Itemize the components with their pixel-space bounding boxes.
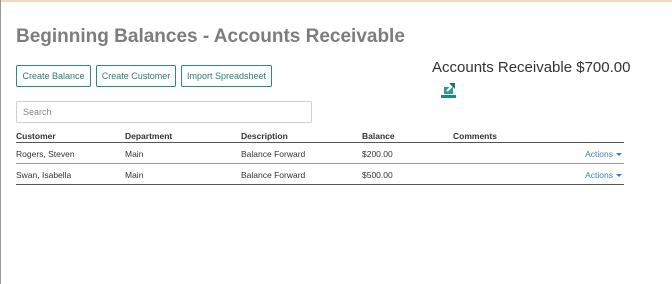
import-spreadsheet-button[interactable]: Import Spreadsheet: [181, 65, 272, 87]
caret-down-icon: [616, 153, 622, 156]
cell-customer: Rogers, Steven: [16, 149, 75, 159]
create-balance-button[interactable]: Create Balance: [16, 65, 91, 87]
header-comments[interactable]: Comments: [453, 131, 497, 141]
balances-table: Customer Department Description Balance …: [16, 130, 624, 185]
actions-dropdown[interactable]: Actions: [585, 170, 622, 180]
cell-customer: Swan, Isabella: [16, 170, 72, 180]
table-row: Rogers, Steven Main Balance Forward $200…: [16, 143, 624, 164]
export-icon-graphic: [441, 83, 456, 98]
actions-label: Actions: [585, 170, 613, 180]
cell-description: Balance Forward: [241, 149, 306, 159]
page-title: Beginning Balances - Accounts Receivable: [16, 26, 405, 47]
actions-label: Actions: [585, 149, 613, 159]
export-icon[interactable]: [441, 82, 456, 98]
cell-department: Main: [125, 170, 144, 180]
header-balance[interactable]: Balance: [362, 131, 395, 141]
actions-dropdown[interactable]: Actions: [585, 149, 622, 159]
create-customer-button[interactable]: Create Customer: [96, 65, 176, 87]
cell-balance: $500.00: [362, 170, 393, 180]
header-department[interactable]: Department: [125, 131, 172, 141]
accounts-receivable-total: Accounts Receivable $700.00: [432, 59, 631, 76]
header-customer[interactable]: Customer: [16, 131, 56, 141]
top-border: [0, 0, 672, 2]
cell-department: Main: [125, 149, 144, 159]
cell-balance: $200.00: [362, 149, 393, 159]
table-row: Swan, Isabella Main Balance Forward $500…: [16, 164, 624, 185]
table-header: Customer Department Description Balance …: [16, 130, 624, 143]
cell-description: Balance Forward: [241, 170, 306, 180]
left-border: [0, 0, 1, 284]
search-input[interactable]: [16, 101, 312, 123]
header-description[interactable]: Description: [241, 131, 288, 141]
caret-down-icon: [616, 174, 622, 177]
